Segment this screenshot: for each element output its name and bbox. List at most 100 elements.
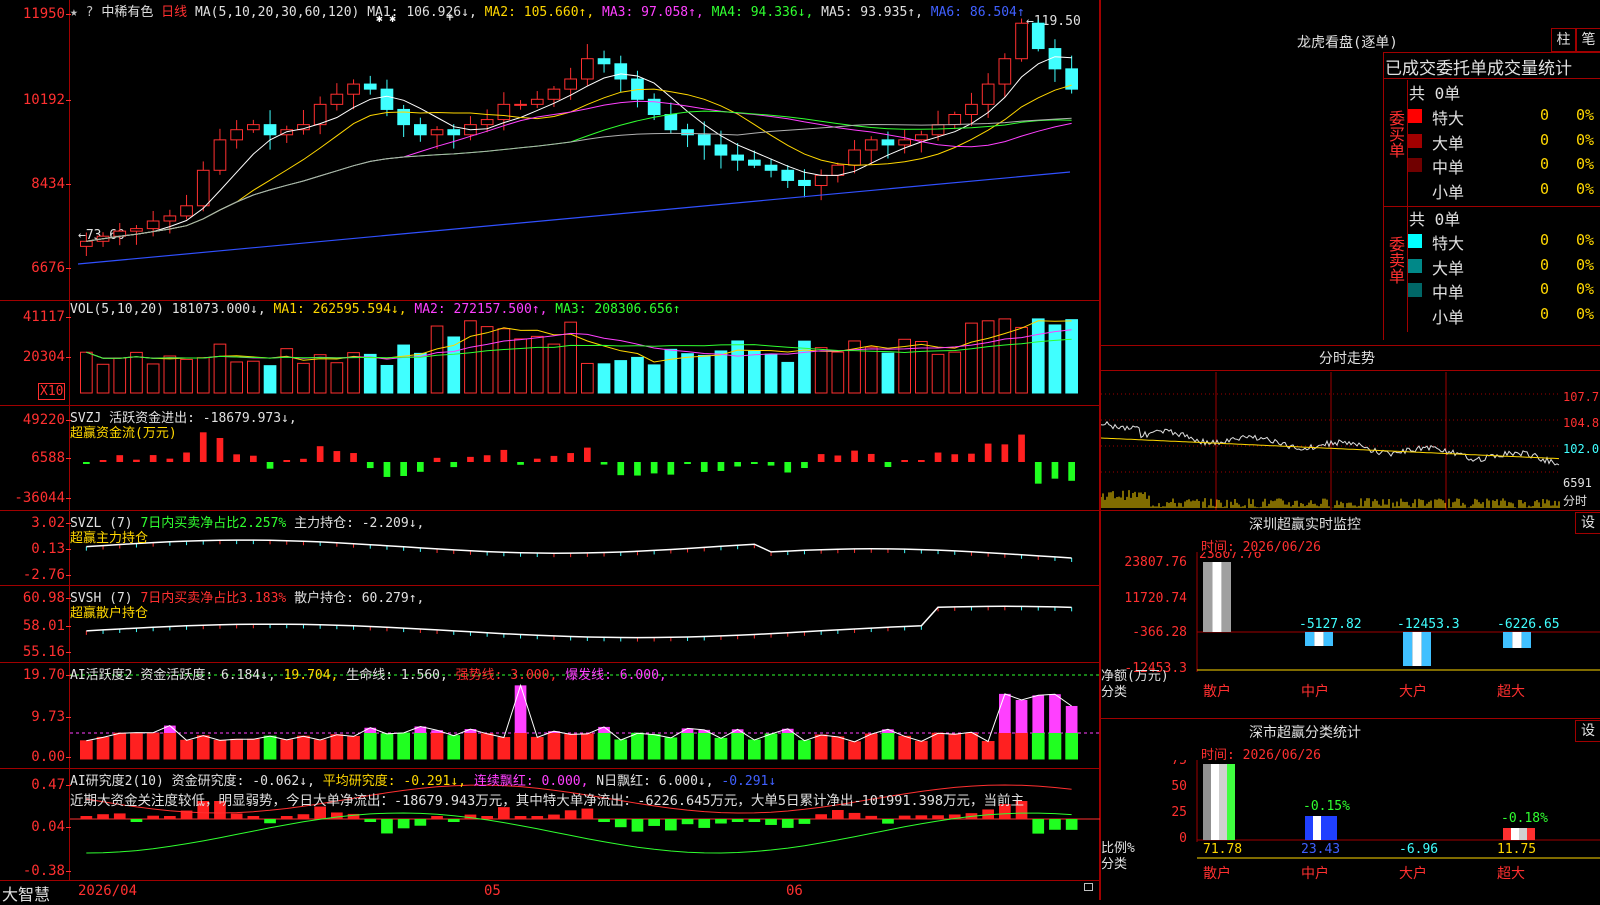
candle-body [197,170,209,206]
activity-bar [698,733,710,759]
sz-class-tick: 75 [1171,760,1187,768]
sell-row[interactable]: 大单00% [1406,254,1600,278]
svzj-pane[interactable]: 49220 6588 -36044 SVZJ 活跃资金进出: -18679.97… [0,405,1100,510]
period-label[interactable]: 日线 [161,5,187,20]
ai-research-pane[interactable]: 0.47 0.04 -0.38 AI研究度2(10) 资金研究度: -0.062… [0,768,1100,880]
fenshi-chart-svg[interactable] [1101,372,1561,510]
research-bar [131,819,143,822]
volume-bar [982,321,994,393]
volume-bar [1049,325,1061,393]
candle-body [231,130,243,140]
date-bar[interactable]: 大智慧 2026/04 05 06 [0,880,1100,900]
research-bar [682,819,694,824]
buy-total: 共 0单 [1409,80,1460,104]
flow-bar [634,462,641,476]
flow-bar [116,455,123,462]
flow-bar [267,462,274,469]
svsh-pane[interactable]: 60.98 58.01 55.16 SVSH (7) 7日内买卖净占比3.183… [0,585,1100,662]
ai-activity-pane[interactable]: 19.70 9.73 0.00 AI活跃度2 资金活跃度: 6.184↓, 19… [0,662,1100,768]
activity-bar [665,738,677,759]
flow-bar [384,462,391,477]
volume-bar [131,352,143,393]
ai-activity-header: AI活跃度2 资金活跃度: 6.184↓, 19.704, 生命线: 1.560… [70,664,667,683]
ai-research-header: AI研究度2(10) 资金研究度: -0.062↓, 平均研究度: -0.291… [70,770,776,789]
svzl-axis: 3.02 0.13 -2.76 [0,511,70,586]
flow-bar [334,451,341,462]
fenshi-chart[interactable]: 107.7 104.8 102.0 6591 分时 [1101,372,1600,510]
sell-row[interactable]: 中单00% [1406,278,1600,302]
candle-body [264,125,276,135]
sz-class-title: 深市超赢分类统计 [1249,722,1361,742]
ai-research-nday: N日飘红: 6.000↓, [596,774,713,789]
activity-bar [1066,733,1078,759]
candle-body [615,64,627,79]
research-bar [765,819,777,825]
flow-bar [918,460,925,462]
sz-monitor-category: 中户 [1301,683,1329,700]
activity-bar [231,739,243,759]
price-chart-svg[interactable] [70,0,1100,300]
activity-bar [682,733,694,759]
price-tick: 6676 [31,260,65,276]
activity-bar [749,740,761,759]
candle-body [481,120,493,125]
price-pane[interactable]: 11950 10192 8434 6676 ★ ? 中稀有色 日线 MA(5,1… [0,0,1100,300]
ma1-value: MA1: 106.926↓, [367,5,477,20]
sz-monitor-category: 超大 [1497,684,1525,700]
bar-mode-button[interactable]: 柱 [1551,28,1576,52]
chart-area[interactable]: 11950 10192 8434 6676 ★ ? 中稀有色 日线 MA(5,1… [0,0,1100,900]
buy-row[interactable]: 小单00% [1406,178,1600,202]
buy-row[interactable]: 中单00% [1406,153,1600,177]
sz-class-bar [1329,816,1337,840]
candle-body [799,180,811,185]
sz-monitor-bar [1503,632,1531,648]
research-bar [448,819,460,822]
flow-bar [901,460,908,462]
research-bar [916,815,928,819]
svzl-pane[interactable]: 3.02 0.13 -2.76 SVZL (7) 7日内买卖净占比2.257% … [0,510,1100,585]
research-bar [849,813,861,819]
flow-bar [835,455,842,462]
activity-bar [515,733,527,759]
svzl-line [86,540,1071,558]
ai-research-tick: -0.38 [23,863,65,879]
volume-bar [147,364,159,393]
candle-body [448,130,460,135]
volume-bar [515,339,527,393]
research-bar [231,814,243,819]
stock-name[interactable]: 中稀有色 [101,5,153,20]
lhb-tabs[interactable]: 已成交委托单成交量统计 [1385,54,1572,79]
volume-bar [81,352,93,393]
sell-row[interactable]: 特大00% [1406,229,1600,253]
volume-ma1: MA1: 262595.594↓, [274,302,407,317]
candle-body [248,125,260,130]
volume-unit-badge[interactable]: X10 [38,383,65,400]
ai-research-avg: 平均研究度: -0.291↓, [323,774,466,789]
sell-row[interactable]: 小单00% [1406,303,1600,327]
activity-bar [131,733,143,759]
date-label: 06 [786,883,803,899]
activity-bar [966,733,978,759]
activity-bar [548,733,560,759]
volume-axis: 41117 20304 X10 [0,301,70,406]
ai-activity-axis: 19.70 9.73 0.00 [0,663,70,769]
flow-bar [718,462,725,471]
flow-bar [484,455,491,462]
buy-row[interactable]: 特大00% [1406,104,1600,128]
buy-row[interactable]: 大单00% [1406,129,1600,153]
star-icon[interactable]: ★ ? [70,5,93,20]
sz-monitor-settings-button[interactable]: 设 [1575,512,1600,534]
lock-icon[interactable] [1084,883,1093,891]
candle-body [531,99,543,104]
tick-mode-button[interactable]: 笔 [1576,28,1600,52]
date-label: 2026/04 [78,883,137,899]
buy-name: 小单 [1432,179,1464,203]
flow-bar [133,460,140,462]
flow-bar [501,450,508,462]
sz-class-tick: 0 [1179,831,1187,846]
volume-bar [682,354,694,393]
bar-segment [1212,562,1221,632]
flow-bar [283,460,290,462]
volume-pane[interactable]: 41117 20304 X10 VOL(5,10,20) 181073.000↓… [0,300,1100,405]
sz-class-settings-button[interactable]: 设 [1575,720,1600,742]
